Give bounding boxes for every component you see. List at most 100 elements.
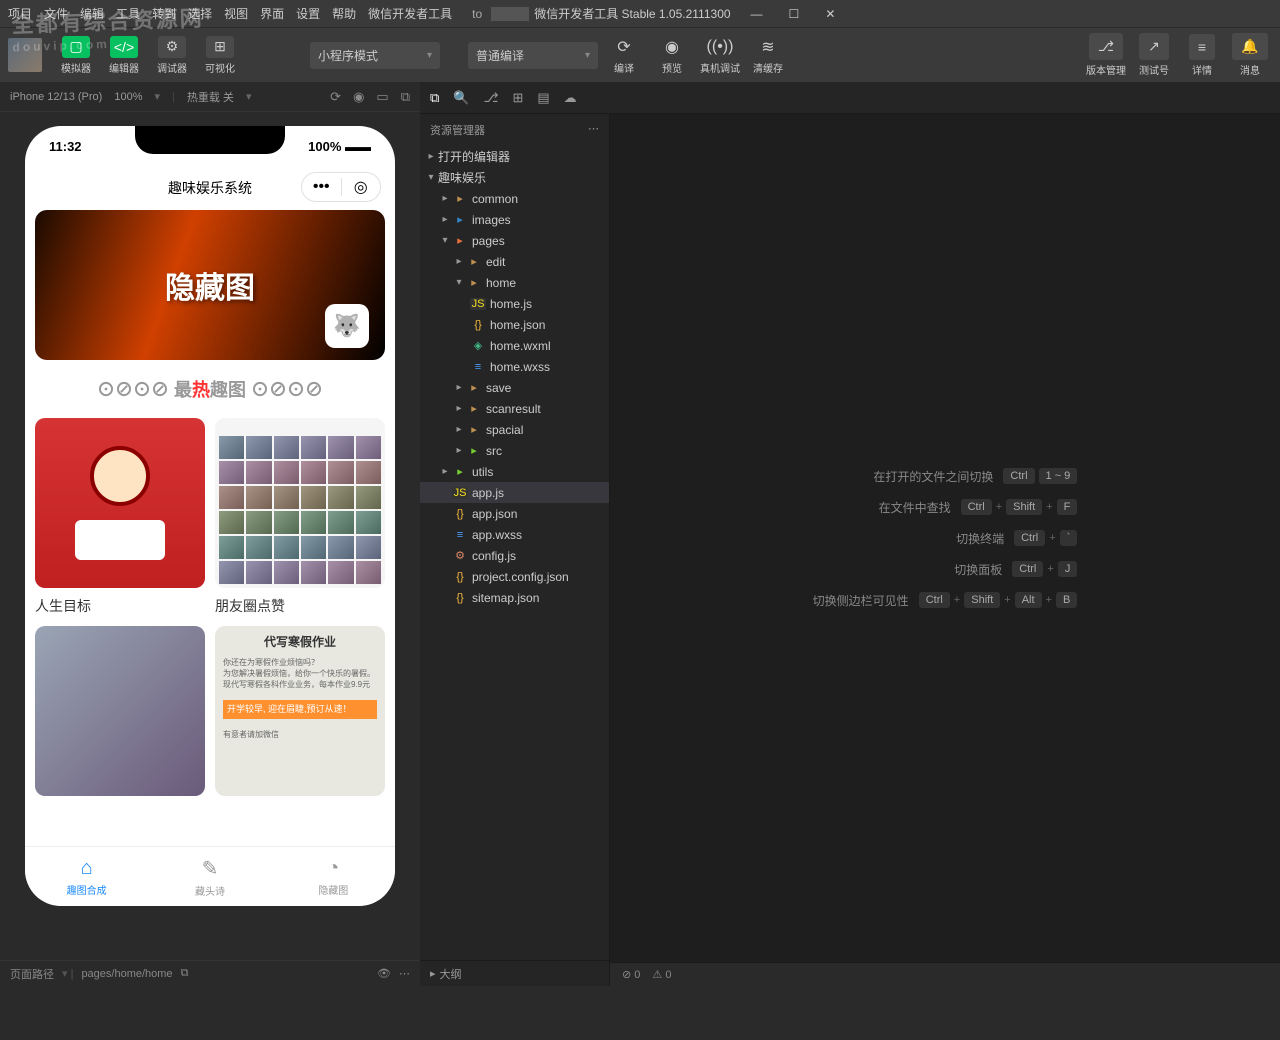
shortcut-row: 在文件中查找Ctrl+Shift+F xyxy=(813,499,1078,516)
app-title: 趣味娱乐系统 xyxy=(168,178,252,198)
avatar[interactable] xyxy=(8,38,42,72)
extension-icon[interactable]: ⊞ xyxy=(512,90,523,106)
panel-icon[interactable]: ▤ xyxy=(537,90,549,106)
explorer-title: 资源管理器 xyxy=(430,122,485,138)
device-icon[interactable]: ▭ xyxy=(376,89,388,105)
search-icon[interactable]: 🔍 xyxy=(453,90,469,106)
eye-icon[interactable]: 👁 xyxy=(377,967,391,980)
window-title: to 微信开发者工具 Stable 1.05.2111300 xyxy=(462,2,740,25)
editor-status: ⊘ 0 ⚠ 0 xyxy=(610,962,1280,986)
menu-goto[interactable]: 转到 xyxy=(150,2,178,25)
editor-panel: ⧉ 🔍 ⎇ ⊞ ▤ ☁ 资源管理器 ⋯ ▸打开的编辑器 ▾趣味娱乐 ▸▸commo… xyxy=(420,82,1280,986)
menu-edit[interactable]: 编辑 xyxy=(78,2,106,25)
editor-tab[interactable]: </>编辑器 xyxy=(102,31,146,79)
folder-src[interactable]: ▸▸src xyxy=(420,440,609,461)
simulator-panel: iPhone 12/13 (Pro) 100%▾ | 热重载 关▾ ⟳ ◉ ▭ … xyxy=(0,82,420,986)
preview-button[interactable]: ◉预览 xyxy=(650,36,694,75)
test-button[interactable]: ↗测试号 xyxy=(1132,33,1176,77)
file-homewxml[interactable]: ◈home.wxml xyxy=(420,335,609,356)
toolbar: ▢模拟器 </>编辑器 ⚙调试器 ⊞可视化 小程序模式▾ 普通编译▾ ⟳编译 ◉… xyxy=(0,28,1280,82)
menu-wechat[interactable]: 微信开发者工具 xyxy=(366,2,454,25)
file-projectconfig[interactable]: {}project.config.json xyxy=(420,566,609,587)
detail-button[interactable]: ≡详情 xyxy=(1180,34,1224,77)
phone-simulator[interactable]: 11:32 100% ▬▬ 趣味娱乐系统 •••◎ 隐藏图 🐺 ⊙⊘⊙⊘ 最热趣… xyxy=(25,126,395,906)
message-button[interactable]: 🔔消息 xyxy=(1228,33,1272,77)
tab-compose[interactable]: ⌂趣图合成 xyxy=(25,847,148,906)
refresh-icon[interactable]: ⟳ xyxy=(330,89,341,105)
section-title: ⊙⊘⊙⊘ 最热趣图 ⊙⊘⊙⊘ xyxy=(35,376,385,402)
tab-poem[interactable]: ✎藏头诗 xyxy=(148,847,271,906)
menu-tool[interactable]: 工具 xyxy=(114,2,142,25)
card-4[interactable]: 代写寒假作业 你还在为寒假作业烦恼吗？ 为您解决暑假烦恼，给你一个快乐的暑假。 … xyxy=(215,626,385,800)
more-icon[interactable]: ⋯ xyxy=(399,967,410,980)
folder-common[interactable]: ▸▸common xyxy=(420,188,609,209)
folder-home[interactable]: ▾▸home xyxy=(420,272,609,293)
card-3[interactable]: 签名照 xyxy=(35,626,205,800)
page-path-label: 页面路径 xyxy=(10,966,54,982)
page-path-value: pages/home/home xyxy=(81,968,172,980)
card-1[interactable]: 人生目标 xyxy=(35,418,205,616)
folder-scanresult[interactable]: ▸▸scanresult xyxy=(420,398,609,419)
folder-spacial[interactable]: ▸▸spacial xyxy=(420,419,609,440)
editor-welcome: 在打开的文件之间切换Ctrl1 ~ 9 在文件中查找Ctrl+Shift+F 切换终… xyxy=(610,114,1280,962)
copy-icon[interactable]: ⧉ xyxy=(181,967,189,980)
shortcut-row: 切换终端Ctrl+` xyxy=(813,530,1078,547)
mode-select[interactable]: 小程序模式▾ xyxy=(310,42,440,69)
debugger-tab[interactable]: ⚙调试器 xyxy=(150,31,194,79)
file-homejs[interactable]: JShome.js xyxy=(420,293,609,314)
capsule[interactable]: •••◎ xyxy=(301,172,381,202)
explorer-sidebar: 资源管理器 ⋯ ▸打开的编辑器 ▾趣味娱乐 ▸▸common ▸▸images ▾… xyxy=(420,114,610,986)
menu-select[interactable]: 选择 xyxy=(186,2,214,25)
real-debug-button[interactable]: ((•))真机调试 xyxy=(698,36,742,75)
git-icon[interactable]: ⎇ xyxy=(483,90,498,106)
shortcut-row: 切换面板Ctrl+J xyxy=(813,561,1078,578)
folder-save[interactable]: ▸▸save xyxy=(420,377,609,398)
record-icon[interactable]: ◉ xyxy=(353,89,364,105)
explorer-more-icon[interactable]: ⋯ xyxy=(588,122,599,138)
file-appjs[interactable]: JSapp.js xyxy=(420,482,609,503)
outline[interactable]: ▸大纲 xyxy=(420,960,609,986)
menu-help[interactable]: 帮助 xyxy=(330,2,358,25)
maximize-icon[interactable]: ☐ xyxy=(787,4,802,24)
open-editors[interactable]: ▸打开的编辑器 xyxy=(420,146,609,167)
file-homejson[interactable]: {}home.json xyxy=(420,314,609,335)
card-2[interactable]: 朋友圈点赞 xyxy=(215,418,385,616)
visual-tab[interactable]: ⊞可视化 xyxy=(198,31,242,79)
scale-select[interactable]: 100% xyxy=(114,91,142,103)
folder-images[interactable]: ▸▸images xyxy=(420,209,609,230)
simulator-tab[interactable]: ▢模拟器 xyxy=(54,31,98,79)
file-sitemap[interactable]: {}sitemap.json xyxy=(420,587,609,608)
file-configjs[interactable]: ⚙config.js xyxy=(420,545,609,566)
banner-thumb: 🐺 xyxy=(325,304,369,348)
menu-view[interactable]: 视图 xyxy=(222,2,250,25)
menu-ui[interactable]: 界面 xyxy=(258,2,286,25)
hot-reload[interactable]: 热重载 关 xyxy=(187,89,234,105)
menu-file[interactable]: 文件 xyxy=(42,2,70,25)
explorer-icon[interactable]: ⧉ xyxy=(430,90,439,106)
errors-icon[interactable]: ⊘ 0 xyxy=(622,968,640,981)
popout-icon[interactable]: ⧉ xyxy=(401,89,410,105)
device-select[interactable]: iPhone 12/13 (Pro) xyxy=(10,91,102,103)
compile-button[interactable]: ⟳编译 xyxy=(602,36,646,75)
cloud-icon[interactable]: ☁ xyxy=(564,90,577,106)
warnings-icon[interactable]: ⚠ 0 xyxy=(652,968,671,981)
folder-edit[interactable]: ▸▸edit xyxy=(420,251,609,272)
menu-project[interactable]: 项目 xyxy=(6,2,34,25)
shortcut-row: 在打开的文件之间切换Ctrl1 ~ 9 xyxy=(813,468,1078,485)
tab-hidden[interactable]: ◔隐藏图 xyxy=(272,847,395,906)
folder-utils[interactable]: ▸▸utils xyxy=(420,461,609,482)
phone-notch xyxy=(135,126,285,154)
banner[interactable]: 隐藏图 🐺 xyxy=(35,210,385,360)
clear-cache-button[interactable]: ≋清缓存 xyxy=(746,36,790,75)
close-icon[interactable]: ✕ xyxy=(823,4,837,24)
folder-pages[interactable]: ▾▸pages xyxy=(420,230,609,251)
compile-select[interactable]: 普通编译▾ xyxy=(468,42,598,69)
minimize-icon[interactable]: — xyxy=(749,4,765,24)
file-appjson[interactable]: {}app.json xyxy=(420,503,609,524)
menu-setting[interactable]: 设置 xyxy=(294,2,322,25)
version-button[interactable]: ⎇版本管理 xyxy=(1084,33,1128,77)
file-homewxss[interactable]: ≡home.wxss xyxy=(420,356,609,377)
file-appwxss[interactable]: ≡app.wxss xyxy=(420,524,609,545)
root-folder[interactable]: ▾趣味娱乐 xyxy=(420,167,609,188)
file-tree: ▸打开的编辑器 ▾趣味娱乐 ▸▸common ▸▸images ▾▸pages … xyxy=(420,146,609,960)
